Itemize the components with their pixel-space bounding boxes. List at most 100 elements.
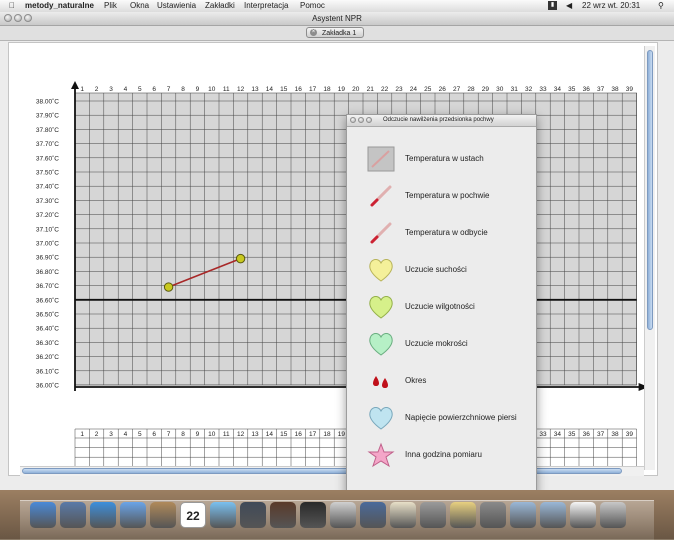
day-label: 21 [367,86,375,93]
system-preferences-icon[interactable] [330,502,356,528]
temp-label: 37.20˚C [36,211,59,219]
table-day-label: 6 [152,431,156,438]
zoom-button[interactable] [24,14,32,22]
thermometer-icon [370,185,392,207]
day-label: 8 [181,86,185,93]
day-label: 10 [208,86,216,93]
documents-folder-icon[interactable] [540,502,566,528]
y-axis-arrow [71,81,79,89]
menu-zakladki[interactable]: Zakładki [205,0,235,12]
finder-icon[interactable] [30,502,56,528]
table-day-label: 8 [181,431,185,438]
day-label: 1 [80,86,84,93]
apple-icon[interactable]:  [9,0,15,12]
preview-icon[interactable] [60,502,86,528]
horizontal-scrollbar[interactable] [20,466,644,476]
day-label: 5 [138,86,142,93]
day-label: 2 [95,86,99,93]
menu-pomoc[interactable]: Pomoc [300,0,325,12]
close-tab-icon[interactable]: × [310,29,317,36]
safari-icon[interactable] [90,502,116,528]
palette-item-moisture[interactable]: Uczucie mokrości [347,327,536,361]
applications-folder-icon[interactable] [510,502,536,528]
green-yellow-heart-icon [369,296,393,319]
table-day-label: 18 [323,431,331,438]
palette-zoom-button[interactable] [366,117,372,123]
itunes-icon[interactable] [210,502,236,528]
temp-label: 37.00˚C [36,240,59,248]
table-day-label: 16 [295,431,303,438]
address-book-icon[interactable] [150,502,176,528]
pencil-icon[interactable] [450,502,476,528]
day-label: 23 [395,86,403,93]
table-day-label: 36 [583,431,591,438]
palette-item-wetness[interactable]: Uczucie wilgotności [347,290,536,324]
menu-ustawienia[interactable]: Ustawienia [157,0,196,12]
grapher-icon[interactable] [420,502,446,528]
palette-item-temp-rectal[interactable]: Temperatura w odbycie [347,216,536,250]
table-day-label: 34 [554,431,562,438]
spotlight-icon[interactable]: ⚲ [658,0,664,12]
table-day-label: 35 [568,431,576,438]
utilities-icon[interactable] [480,502,506,528]
palette-item-other-time[interactable]: Inna godzina pomiaru [347,438,536,472]
palette-item-breast-tension[interactable]: Napięcie powierzchniowe piersi [347,401,536,435]
day-label: 15 [280,86,288,93]
tab-bar: × Zakładka 1 [0,26,674,41]
temp-label: 36.20˚C [36,353,59,361]
keyboard-layout-icon[interactable]: ▮ [548,1,557,10]
iphoto-icon[interactable] [360,502,386,528]
temp-label: 36.00˚C [36,382,59,390]
table-day-label: 38 [611,431,619,438]
palette-item-period[interactable]: Okres [347,364,536,398]
menu-plik[interactable]: Plik [104,0,117,12]
close-button[interactable] [4,14,12,22]
day-label: 39 [626,86,634,93]
document-icon[interactable] [570,502,596,528]
table-day-label: 10 [208,431,216,438]
data-point[interactable] [163,282,174,292]
day-label: 28 [467,86,475,93]
day-label: 12 [237,86,245,93]
temp-label: 37.10˚C [36,225,59,233]
table-day-label: 4 [124,431,128,438]
pink-star-icon [367,442,395,468]
temp-label: 37.80˚C [36,126,59,134]
table-day-label: 33 [539,431,547,438]
data-point[interactable] [235,253,246,264]
blue-heart-icon [369,407,393,430]
xcode-icon[interactable] [300,502,326,528]
chart-canvas: 1 2 3 4 5 6 7 8 9 10 11 12 13 14 15 16 17 18 19 20 21 22 23 24 2… [8,42,658,476]
temperature-chart[interactable]: 1 2 3 4 5 6 7 8 9 10 11 12 13 14 15 16 17 18 19 20 21 22 23 24 2… [9,43,657,475]
script-editor-icon[interactable] [390,502,416,528]
palette-label: Uczucie suchości [405,265,467,274]
temp-label: 37.70˚C [36,140,59,148]
temp-label: 38.00˚C [36,98,59,106]
clock[interactable]: 22 wrz wt. 20:31 [582,0,640,12]
temp-label: 37.60˚C [36,154,59,162]
ichat-icon[interactable] [120,502,146,528]
tab-zakladka-1[interactable]: × Zakładka 1 [306,27,364,38]
minimize-button[interactable] [14,14,22,22]
palette-item-dryness[interactable]: Uczucie suchości [347,253,536,287]
menu-app-name[interactable]: metody_naturalne [25,0,94,12]
volume-icon[interactable]: ◀ [566,0,572,12]
table-day-label: 11 [223,431,230,438]
vertical-scroll-thumb[interactable] [647,50,653,330]
trash-icon[interactable] [600,502,626,528]
vertical-scrollbar[interactable] [644,46,655,470]
palette-label: Uczucie mokrości [405,339,468,348]
menu-interpretacja[interactable]: Interpretacja [244,0,288,12]
temp-label: 36.10˚C [36,367,59,375]
temp-label: 37.40˚C [36,183,59,191]
ical-icon[interactable]: 22 [180,502,206,528]
photo-booth-icon[interactable] [240,502,266,528]
palette-minimize-button[interactable] [358,117,364,123]
mouth-thermometer-icon [367,146,395,172]
menu-okna[interactable]: Okna [130,0,149,12]
timemachine-icon[interactable] [270,502,296,528]
day-label: 37 [597,86,605,93]
palette-close-button[interactable] [350,117,356,123]
palette-item-temp-vaginal[interactable]: Temperatura w pochwie [347,179,536,213]
palette-item-temp-mouth[interactable]: Temperatura w ustach [347,142,536,176]
